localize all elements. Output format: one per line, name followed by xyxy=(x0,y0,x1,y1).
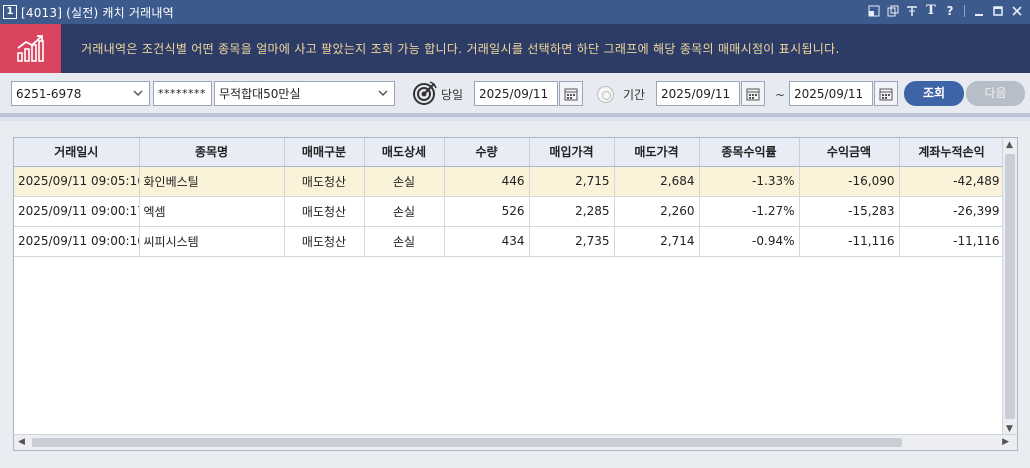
column-header[interactable]: 거래일시 xyxy=(14,138,140,167)
vertical-scrollbar[interactable]: ▲ ▼ xyxy=(1002,138,1017,436)
info-banner: 거래내역은 조건식별 어떤 종목을 얼마에 사고 팔았는지 조회 가능 합니다.… xyxy=(0,24,1030,73)
banner-description: 거래내역은 조건식별 어떤 종목을 얼마에 사고 팔았는지 조회 가능 합니다.… xyxy=(81,42,840,56)
copy-window-icon[interactable] xyxy=(886,3,900,19)
column-header[interactable]: 계좌누적손익 xyxy=(899,138,1005,167)
password-field[interactable]: ******** xyxy=(153,81,212,106)
column-header[interactable]: 매도가격 xyxy=(614,138,700,167)
period-end-field[interactable]: 2025/09/11 xyxy=(789,81,873,106)
return-rate: -1.33% xyxy=(699,166,800,197)
return-rate: -0.94% xyxy=(699,226,800,257)
chevron-down-icon xyxy=(378,90,388,97)
stock-name: 화인베스틸 xyxy=(139,166,285,197)
title-separator xyxy=(964,5,965,17)
period-start-calendar-button[interactable] xyxy=(741,81,765,106)
buy-price: 2,715 xyxy=(529,166,615,197)
profit-amount: -11,116 xyxy=(799,226,900,257)
table-row[interactable]: 2025/09/11 09:05:16 화인베스틸 매도청산 손실 446 2,… xyxy=(14,166,1005,197)
today-date-field[interactable]: 2025/09/11 xyxy=(474,81,558,106)
column-header[interactable]: 매입가격 xyxy=(529,138,615,167)
calendar-icon xyxy=(564,88,578,100)
font-size-icon[interactable]: T xyxy=(924,3,938,19)
close-icon[interactable] xyxy=(1010,3,1024,19)
calendar-icon xyxy=(746,88,760,100)
column-header[interactable]: 종목명 xyxy=(139,138,285,167)
cumulative-pnl: -11,116 xyxy=(899,226,1005,257)
profit-amount: -15,283 xyxy=(799,196,900,227)
scroll-down-icon[interactable]: ▼ xyxy=(1006,424,1013,434)
stock-name: 엑셈 xyxy=(139,196,285,227)
pin-icon[interactable] xyxy=(905,3,919,19)
chart-growth-icon xyxy=(0,24,61,73)
horizontal-scroll-thumb[interactable] xyxy=(32,438,902,447)
today-calendar-button[interactable] xyxy=(559,81,583,106)
vertical-scroll-thumb[interactable] xyxy=(1005,154,1015,419)
today-label: 당일 xyxy=(441,88,464,102)
sell-price: 2,260 xyxy=(614,196,700,227)
account-value: 6251-6978 xyxy=(16,86,82,101)
account-select[interactable]: 6251-6978 xyxy=(11,81,150,106)
period-separator: ~ xyxy=(775,88,786,102)
window-title: [4013] (실전) 캐치 거래내역 xyxy=(21,5,174,20)
query-button[interactable]: 조회 xyxy=(904,81,964,106)
column-header[interactable]: 수익금액 xyxy=(799,138,900,167)
horizontal-scrollbar[interactable]: ◀ ▶ xyxy=(14,434,1017,450)
trade-datetime[interactable]: 2025/09/11 09:00:16 xyxy=(14,226,140,257)
return-rate: -1.27% xyxy=(699,196,800,227)
period-end-calendar-button[interactable] xyxy=(874,81,898,106)
target-icon xyxy=(413,81,437,105)
sell-price: 2,684 xyxy=(614,166,700,197)
trade-type: 매도청산 xyxy=(284,196,365,227)
next-button[interactable]: 다음 xyxy=(966,81,1025,106)
trade-datetime[interactable]: 2025/09/11 09:00:17 xyxy=(14,196,140,227)
condition-value: 무적합대50만실 xyxy=(219,87,301,101)
calendar-icon xyxy=(879,88,893,100)
trade-history-table: 거래일시 종목명 매매구분 매도상세 수량 매입가격 매도가격 종목수익률 수익… xyxy=(13,137,1018,451)
cumulative-pnl: -26,399 xyxy=(899,196,1005,227)
quantity: 446 xyxy=(444,166,530,197)
column-header[interactable]: 종목수익률 xyxy=(699,138,800,167)
table-row[interactable]: 2025/09/11 09:00:16 씨피시스템 매도청산 손실 434 2,… xyxy=(14,226,1005,257)
period-radio[interactable] xyxy=(597,86,614,103)
minimize-icon[interactable] xyxy=(972,3,986,19)
buy-price: 2,735 xyxy=(529,226,615,257)
trade-type: 매도청산 xyxy=(284,166,365,197)
quantity: 434 xyxy=(444,226,530,257)
title-controls: T ? xyxy=(867,3,1024,19)
filter-controls: 6251-6978 ******** 무적합대50만실 당일 2025/09/1… xyxy=(0,73,1030,117)
link-window-icon[interactable] xyxy=(867,3,881,19)
buy-price: 2,285 xyxy=(529,196,615,227)
cumulative-pnl: -42,489 xyxy=(899,166,1005,197)
maximize-icon[interactable] xyxy=(991,3,1005,19)
quantity: 526 xyxy=(444,196,530,227)
column-header[interactable]: 매도상세 xyxy=(364,138,445,167)
title-bar: 1 [4013] (실전) 캐치 거래내역 T ? xyxy=(0,0,1030,24)
column-header[interactable]: 매매구분 xyxy=(284,138,365,167)
scroll-up-icon[interactable]: ▲ xyxy=(1006,140,1013,150)
table-row[interactable]: 2025/09/11 09:00:17 엑셈 매도청산 손실 526 2,285… xyxy=(14,196,1005,227)
stock-name: 씨피시스템 xyxy=(139,226,285,257)
trade-type: 매도청산 xyxy=(284,226,365,257)
chevron-down-icon xyxy=(133,90,143,97)
window-number-badge: 1 xyxy=(3,5,17,19)
condition-select[interactable]: 무적합대50만실 xyxy=(214,81,395,106)
grid-area: 거래일시 종목명 매매구분 매도상세 수량 매입가격 매도가격 종목수익률 수익… xyxy=(0,121,1030,468)
help-icon[interactable]: ? xyxy=(943,3,957,19)
sell-detail: 손실 xyxy=(364,166,445,197)
table-header-row: 거래일시 종목명 매매구분 매도상세 수량 매입가격 매도가격 종목수익률 수익… xyxy=(14,138,1005,167)
profit-amount: -16,090 xyxy=(799,166,900,197)
scroll-left-icon[interactable]: ◀ xyxy=(18,437,25,447)
scroll-right-icon[interactable]: ▶ xyxy=(1002,437,1009,447)
sell-detail: 손실 xyxy=(364,226,445,257)
period-start-field[interactable]: 2025/09/11 xyxy=(656,81,740,106)
column-header[interactable]: 수량 xyxy=(444,138,530,167)
period-label: 기간 xyxy=(623,88,646,102)
today-radio[interactable] xyxy=(412,80,438,106)
sell-detail: 손실 xyxy=(364,196,445,227)
sell-price: 2,714 xyxy=(614,226,700,257)
trade-datetime[interactable]: 2025/09/11 09:05:16 xyxy=(14,166,140,197)
